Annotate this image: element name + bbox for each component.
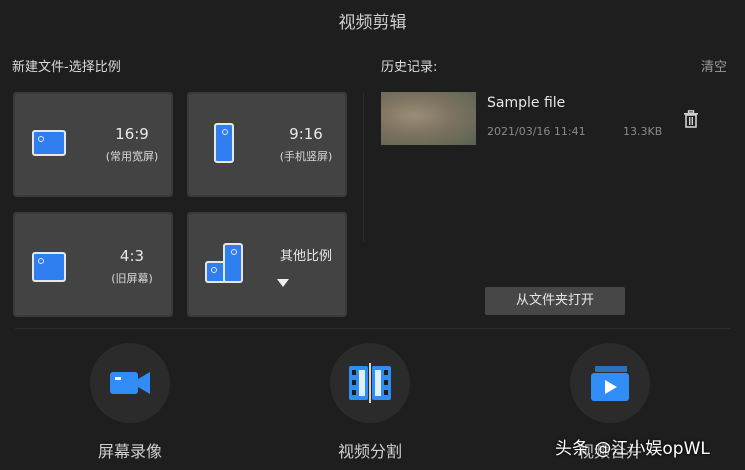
history-label: 历史记录:: [381, 60, 438, 75]
history-file-date: 2021/03/16 11:41: [487, 125, 586, 138]
panel-divider: [363, 92, 364, 242]
tool-label: 屏幕录像: [97, 442, 162, 461]
trash-icon[interactable]: [683, 110, 699, 132]
history-file-name[interactable]: Sample file: [487, 95, 565, 111]
ratio-description: (常用宽屏): [105, 150, 159, 163]
ratio-value: 4:3: [119, 247, 145, 265]
tool-video-split[interactable]: 视频分割: [295, 343, 445, 462]
ratio-card-16-9[interactable]: 16:9 (常用宽屏): [13, 92, 173, 197]
film-split-icon: [349, 363, 391, 403]
ratio-card-other[interactable]: 其他比例: [187, 212, 347, 317]
ratio-card-4-3[interactable]: 4:3 (旧屏幕): [13, 212, 173, 317]
landscape-screen-icon: [32, 130, 66, 156]
section-divider: [15, 328, 730, 329]
history-thumbnail[interactable]: [381, 92, 476, 145]
tool-screen-record[interactable]: 屏幕录像: [55, 343, 205, 462]
video-play-icon: [591, 366, 629, 401]
ratio-description: (手机竖屏): [279, 150, 333, 163]
caret-down-icon: [277, 279, 289, 287]
history-file-size: 13.3KB: [623, 125, 663, 138]
open-from-folder-button[interactable]: 从文件夹打开: [485, 287, 625, 315]
ratio-value: 16:9: [115, 125, 149, 143]
ratio-value: 其他比例: [279, 249, 332, 264]
ratio-card-9-16[interactable]: 9:16 (手机竖屏): [187, 92, 347, 197]
new-file-label: 新建文件-选择比例: [12, 60, 121, 75]
clear-history-button[interactable]: 清空: [701, 56, 727, 75]
window-title: 视频剪辑: [338, 13, 407, 33]
portrait-phone-icon: [214, 123, 234, 163]
ratio-description: (旧屏幕): [111, 272, 153, 285]
camera-record-icon: [110, 372, 150, 394]
landscape-screen-icon: [32, 252, 66, 282]
ratio-value: 9:16: [289, 125, 323, 143]
watermark-text: 头条 @江小娱opWL: [555, 439, 710, 459]
tool-label: 视频分割: [337, 442, 402, 461]
